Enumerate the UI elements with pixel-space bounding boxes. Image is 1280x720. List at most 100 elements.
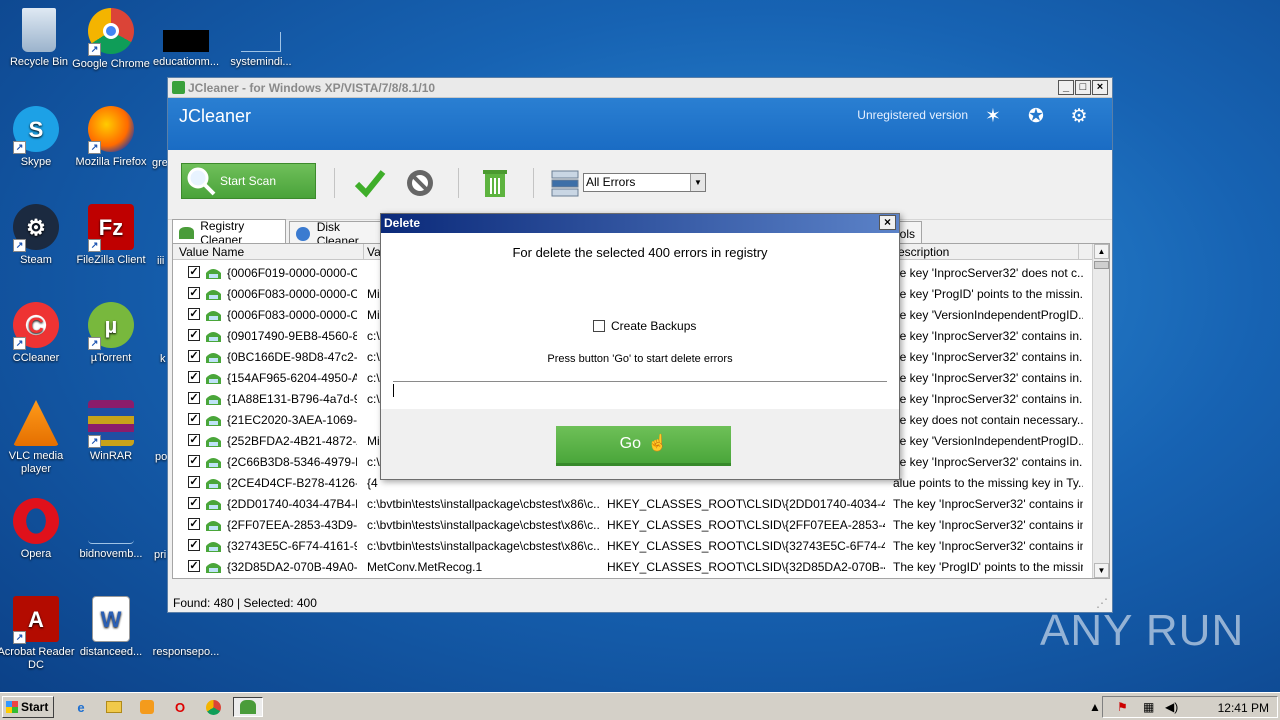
- table-row[interactable]: ✓ {32743E5C-6F74-4161-9E... c:\bvtbin\test…: [173, 535, 1093, 556]
- tray-expand-icon[interactable]: ▲: [1089, 700, 1101, 714]
- winrar-icon: ↗: [88, 400, 134, 448]
- column-header-value[interactable]: Va: [367, 245, 381, 259]
- desktop-icon-opera[interactable]: Opera: [0, 498, 75, 561]
- registry-item-icon: [206, 332, 221, 342]
- file-icon: [163, 30, 209, 52]
- gear-icon[interactable]: ⚙: [1068, 106, 1090, 128]
- row-checkbox[interactable]: ✓: [188, 539, 200, 551]
- cell-value-name: {0006F083-0000-0000-C0...: [227, 308, 357, 322]
- tray-network-icon[interactable]: ▦: [1143, 700, 1154, 714]
- desktop-icon-acrobat[interactable]: A ↗ Acrobat Reader DC: [0, 596, 75, 672]
- table-row[interactable]: ✓ {32D85DA2-070B-49A0-9... MetConv.MetReco…: [173, 556, 1093, 577]
- desktop-icon-ccleaner[interactable]: C ↗ CCleaner: [0, 302, 75, 365]
- dialog-close-button[interactable]: ×: [879, 215, 896, 230]
- column-header-description[interactable]: escription: [898, 245, 949, 259]
- registry-item-icon: [206, 542, 221, 552]
- row-checkbox[interactable]: ✓: [188, 350, 200, 362]
- tab-disk-cleaner[interactable]: Disk Cleaner: [289, 220, 385, 248]
- desktop-icon-vlc[interactable]: VLC media player: [0, 400, 75, 476]
- clock[interactable]: 12:41 PM: [1218, 701, 1269, 715]
- close-window-button[interactable]: ×: [1092, 80, 1108, 95]
- desktop-icon-recycle-bin[interactable]: Recycle Bin: [0, 8, 78, 69]
- cell-value-name: {09017490-9EB8-4560-86...: [227, 329, 357, 343]
- vertical-scrollbar[interactable]: ▲ ▼: [1092, 244, 1109, 578]
- scroll-up-icon[interactable]: ▲: [1094, 244, 1109, 259]
- tab-registry-cleaner[interactable]: Registry Cleaner: [172, 219, 286, 247]
- row-checkbox[interactable]: ✓: [188, 434, 200, 446]
- taskbar-explorer-icon[interactable]: [103, 697, 125, 717]
- row-checkbox[interactable]: ✓: [188, 329, 200, 341]
- check-all-icon[interactable]: [353, 166, 387, 200]
- desktop-icon-steam[interactable]: ⚙ ↗ Steam: [0, 204, 75, 267]
- window-titlebar[interactable]: JCleaner - for Windows XP/VISTA/7/8/8.1/…: [168, 78, 1112, 98]
- row-checkbox[interactable]: ✓: [188, 413, 200, 425]
- row-checkbox[interactable]: ✓: [188, 497, 200, 509]
- scroll-thumb[interactable]: [1094, 261, 1109, 269]
- taskbar-opera-icon[interactable]: O: [169, 697, 191, 717]
- maximize-button[interactable]: □: [1075, 80, 1091, 95]
- taskbar-media-player-icon[interactable]: [136, 697, 158, 717]
- chrome-icon: ↗: [88, 8, 134, 56]
- registry-item-icon: [206, 437, 221, 447]
- desktop-icon-chrome[interactable]: ↗ Google Chrome: [72, 8, 150, 71]
- minimize-button[interactable]: _: [1058, 80, 1074, 95]
- desktop-icon-distanceed[interactable]: W distanceed...: [72, 596, 150, 659]
- cell-description: he key 'InprocServer32' contains in...: [893, 371, 1083, 385]
- desktop-icon-bidnovember[interactable]: bidnovemb...: [72, 498, 150, 561]
- registry-item-icon: [206, 416, 221, 426]
- column-header-value-name[interactable]: Value Name: [179, 245, 244, 259]
- start-button[interactable]: Start: [2, 696, 54, 718]
- registry-item-icon: [206, 521, 221, 531]
- create-backups-checkbox[interactable]: Create Backups: [593, 319, 696, 333]
- cell-value: c:\bvtbin\tests\installpackage\cbstest\x…: [367, 518, 599, 532]
- cell-value-name: {0006F019-0000-0000-C0...: [227, 266, 357, 280]
- cell-key: HKEY_CLASSES_ROOT\CLSID\{2DD01740-4034-4…: [607, 497, 885, 511]
- magic-wand-icon[interactable]: ✶: [982, 106, 1004, 128]
- taskbar-chrome-icon[interactable]: [202, 697, 224, 717]
- desktop-partial-label: pri: [154, 549, 167, 561]
- dialog-body: For delete the selected 400 errors in re…: [381, 233, 899, 409]
- row-checkbox[interactable]: ✓: [188, 266, 200, 278]
- error-filter-select[interactable]: All Errors ▼: [583, 173, 706, 192]
- cell-value-name: {32D85DA2-070B-49A0-9...: [227, 560, 357, 574]
- status-bar: Found: 480 | Selected: 400 ⋰: [168, 592, 1112, 614]
- row-checkbox[interactable]: ✓: [188, 287, 200, 299]
- cell-description: he key 'InprocServer32' contains in...: [893, 350, 1083, 364]
- desktop-icon-winrar[interactable]: ↗ WinRAR: [72, 400, 150, 463]
- row-checkbox[interactable]: ✓: [188, 392, 200, 404]
- taskbar-jcleaner-icon[interactable]: [233, 697, 263, 717]
- desktop-icon-utorrent[interactable]: µ ↗ µTorrent: [72, 302, 150, 365]
- file-icon: [241, 32, 281, 52]
- cell-value-name: {32743E5C-6F74-4161-9E...: [227, 539, 357, 553]
- trash-icon[interactable]: [478, 166, 512, 200]
- table-row[interactable]: ✓ {2FF07EEA-2853-43D9-B... c:\bvtbin\tests…: [173, 514, 1093, 535]
- go-button[interactable]: Go ☝: [556, 426, 731, 466]
- unregistered-label[interactable]: Unregistered version: [857, 108, 968, 122]
- dialog-titlebar[interactable]: Delete ×: [381, 214, 899, 233]
- row-checkbox[interactable]: ✓: [188, 518, 200, 530]
- lifebuoy-icon[interactable]: ✪: [1025, 106, 1047, 128]
- cell-description: he key 'InprocServer32' contains in...: [893, 455, 1083, 469]
- start-scan-button[interactable]: Start Scan: [181, 163, 316, 199]
- desktop-icon-systemindi[interactable]: systemindi...: [222, 8, 300, 69]
- row-checkbox[interactable]: ✓: [188, 560, 200, 572]
- row-checkbox[interactable]: ✓: [188, 371, 200, 383]
- row-checkbox[interactable]: ✓: [188, 476, 200, 488]
- desktop-icon-firefox[interactable]: ↗ Mozilla Firefox: [72, 106, 150, 169]
- row-checkbox[interactable]: ✓: [188, 455, 200, 467]
- tray-flag-icon[interactable]: ⚑: [1117, 700, 1128, 714]
- tray-volume-icon[interactable]: ◀): [1165, 700, 1178, 714]
- desktop-icon-filezilla[interactable]: Fz ↗ FileZilla Client: [72, 204, 150, 267]
- row-checkbox[interactable]: ✓: [188, 308, 200, 320]
- table-row[interactable]: ✓ {2DD01740-4034-47B4-B... c:\bvtbin\tests…: [173, 493, 1093, 514]
- chevron-down-icon[interactable]: ▼: [690, 174, 705, 191]
- desktop-icon-skype[interactable]: S ↗ Skype: [0, 106, 75, 169]
- word-doc-icon: W: [92, 596, 130, 642]
- scroll-down-icon[interactable]: ▼: [1094, 563, 1109, 578]
- uncheck-all-icon[interactable]: [403, 166, 437, 200]
- checkbox-box[interactable]: [593, 320, 605, 332]
- taskbar-ie-icon[interactable]: e: [70, 697, 92, 717]
- desktop-icon-educationm[interactable]: educationm...: [147, 8, 225, 69]
- cell-description: The key 'InprocServer32' contains in...: [893, 518, 1083, 532]
- search-icon: [184, 164, 218, 198]
